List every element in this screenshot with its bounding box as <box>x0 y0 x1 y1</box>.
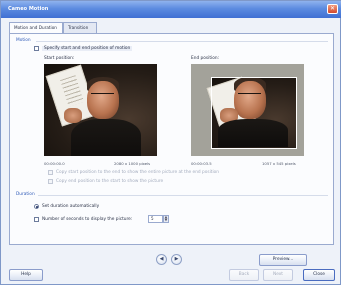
copy-start-to-end-checkbox[interactable] <box>48 170 53 175</box>
help-button[interactable]: Help <box>9 269 43 281</box>
motion-section-label: Motion <box>16 38 31 43</box>
manual-duration-label: Number of seconds to display the picture… <box>42 217 133 222</box>
copy-start-to-end-label: Copy start position to the end to show t… <box>56 170 220 175</box>
next-button[interactable]: Next <box>263 269 293 281</box>
copy-end-to-start-checkbox[interactable] <box>48 179 53 184</box>
motion-divider <box>36 41 328 42</box>
previous-picture-button[interactable]: ◀ <box>156 254 167 265</box>
end-time: 00:00:03.5 <box>191 161 212 166</box>
preview-button[interactable]: Preview... <box>259 254 307 266</box>
tab-transition[interactable]: Transition <box>63 22 97 33</box>
auto-duration-radio[interactable] <box>34 204 39 209</box>
start-time: 00:00:00.0 <box>44 161 65 166</box>
portrait-face <box>86 80 119 120</box>
auto-duration-label: Set duration automatically <box>42 204 100 209</box>
specify-motion-label: Specify start and end position of motion <box>42 46 133 51</box>
start-dimensions: 2080 x 1000 pixels <box>114 161 151 166</box>
end-dimensions: 1057 x 545 pixels <box>262 161 296 166</box>
end-position-preview[interactable] <box>191 64 304 156</box>
specify-motion-checkbox[interactable] <box>34 46 39 51</box>
spin-down-icon[interactable]: ▼ <box>164 218 168 222</box>
end-position-caption: End position: <box>191 56 219 61</box>
tab-panel: Motion Specify start and end position of… <box>9 33 334 245</box>
duration-divider <box>38 195 328 196</box>
seconds-input[interactable]: 5 <box>148 215 163 223</box>
back-button[interactable]: Back <box>229 269 259 281</box>
duration-section-label: Duration <box>16 192 35 197</box>
close-window-button[interactable]: ✕ <box>327 4 338 14</box>
manual-duration-radio[interactable] <box>34 217 39 222</box>
seconds-spinner[interactable]: ▲ ▼ <box>163 215 169 223</box>
title-bar: Cameo Motion ✕ <box>1 1 341 18</box>
start-position-preview[interactable] <box>44 64 157 156</box>
window-title: Cameo Motion <box>8 6 49 12</box>
cameo-motion-dialog: Cameo Motion ✕ Motion and Duration Trans… <box>0 0 341 285</box>
next-picture-button[interactable]: ▶ <box>171 254 182 265</box>
crop-frame[interactable] <box>211 76 298 149</box>
close-button[interactable]: Close <box>303 269 335 281</box>
start-position-caption: Start position: <box>44 56 75 61</box>
copy-end-to-start-label: Copy end position to the start to show t… <box>56 179 164 184</box>
